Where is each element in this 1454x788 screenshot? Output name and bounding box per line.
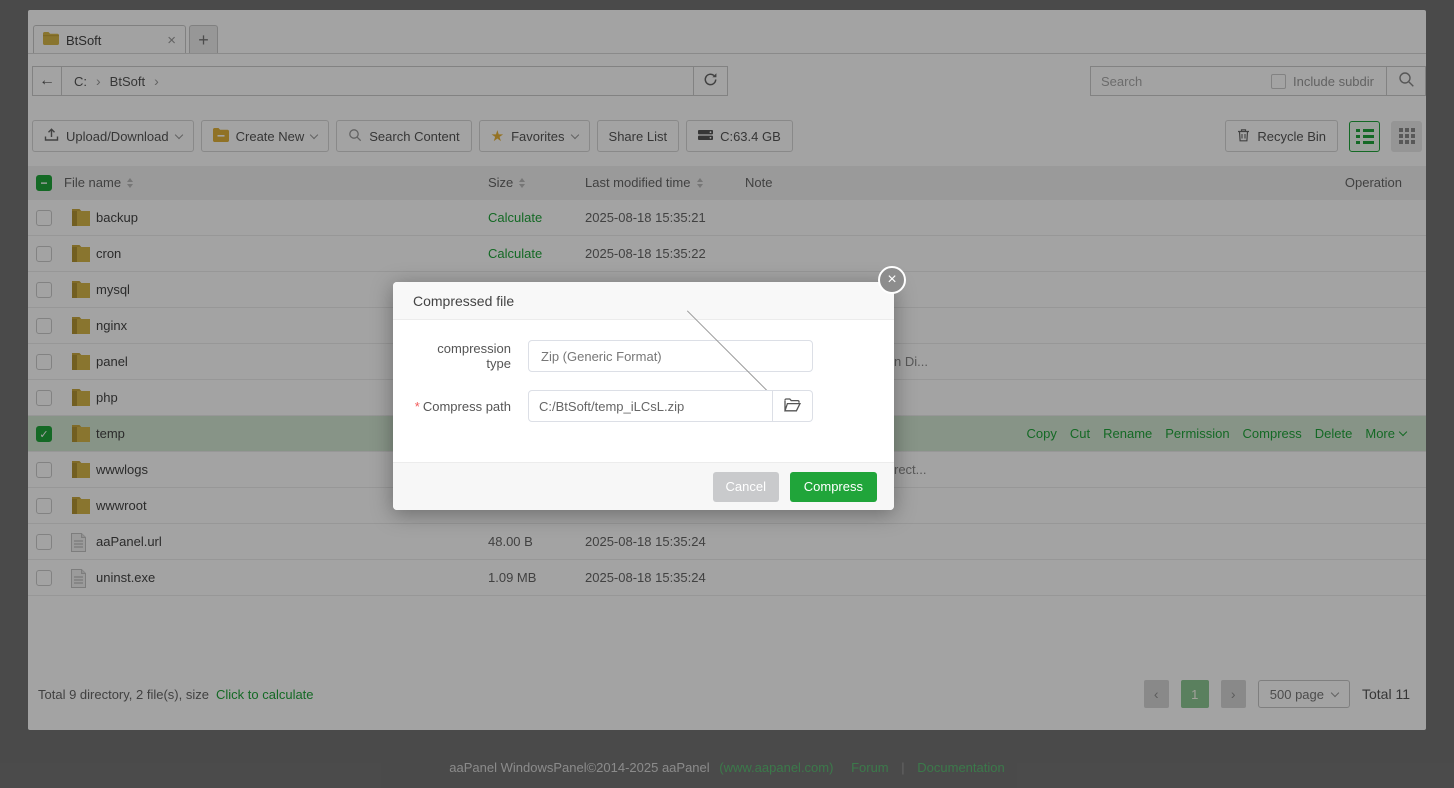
dialog-close-button[interactable]: × [878,266,906,294]
close-icon: × [887,271,896,289]
compression-type-label: compression type [413,341,511,371]
chevron-down-icon [687,306,783,402]
folder-open-icon [784,398,801,415]
file-manager-screen: BtSoft × + ← C: › BtSoft › [0,0,1454,788]
cancel-button[interactable]: Cancel [713,472,779,502]
dialog-footer: Cancel Compress [393,462,894,510]
compress-path-row: *Compress path [413,390,813,422]
browse-button[interactable] [773,390,813,422]
compress-path-label: *Compress path [413,399,511,414]
select-value: Zip (Generic Format) [541,349,670,364]
compression-type-select[interactable]: Zip (Generic Format) [528,340,813,372]
compression-type-row: compression type Zip (Generic Format) [413,340,813,372]
dialog-title: Compressed file [413,293,514,309]
required-asterisk: * [415,399,420,414]
label-text: Compress path [423,399,511,414]
compress-dialog: × Compressed file compression type Zip (… [393,282,894,510]
compress-path-group [528,390,813,422]
compress-path-input[interactable] [528,390,773,422]
compress-button[interactable]: Compress [790,472,877,502]
dialog-header: Compressed file [393,282,894,320]
